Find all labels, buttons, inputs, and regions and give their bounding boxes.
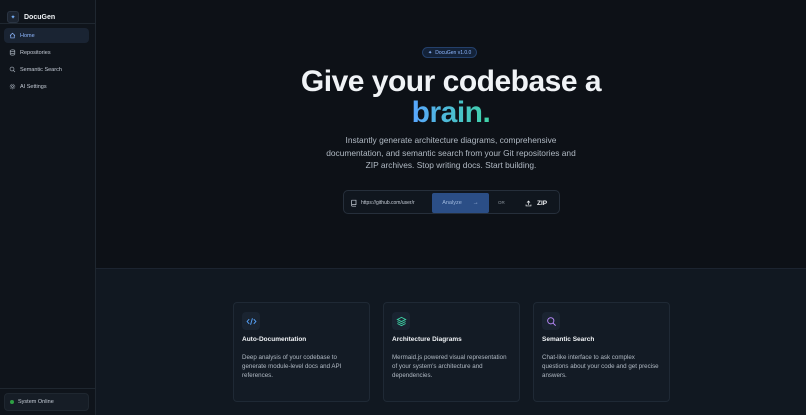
hero-title-main: Give your codebase a (300, 65, 602, 98)
feature-title: Auto-Documentation (242, 336, 307, 343)
sidebar-item-ai-settings[interactable]: AI Settings (4, 79, 89, 94)
sidebar-item-semantic-search[interactable]: Semantic Search (4, 62, 89, 77)
upload-icon (525, 200, 532, 206)
feature-card-auto-documentation: Auto-Documentation Deep analysis of your… (233, 302, 370, 402)
features-section: Auto-Documentation Deep analysis of your… (96, 268, 806, 415)
feature-description: Deep analysis of your codebase to genera… (242, 354, 342, 379)
zip-upload-button[interactable]: ZIP (525, 197, 547, 209)
search-icon (542, 312, 560, 330)
search-icon (8, 66, 16, 74)
system-status: System Online (4, 393, 89, 411)
sparkle-icon: ✦ (428, 49, 433, 56)
home-icon (8, 32, 16, 40)
app-name: DocuGen (24, 13, 56, 21)
online-dot-icon (10, 400, 14, 404)
version-label: DocuGen v1.0.0 (435, 49, 472, 56)
hero-subtitle: Instantly generate architecture diagrams… (326, 135, 576, 170)
code-icon (242, 312, 260, 330)
sidebar-item-repositories[interactable]: Repositories (4, 45, 89, 60)
hero-title-accent: brain. (411, 96, 491, 129)
divider (0, 388, 95, 389)
brain-logo-icon: ✦ (7, 11, 19, 23)
feature-description: Chat-like interface to ask complex quest… (542, 354, 659, 379)
gear-icon (8, 83, 16, 91)
sidebar: ✦ DocuGen Home Repositories Semantic Sea… (0, 0, 96, 415)
hero-title: Give your codebase a brain. (96, 66, 806, 128)
analyze-button[interactable]: Analyze → (432, 193, 489, 213)
hero-section: ✦ DocuGen v1.0.0 Give your codebase a br… (96, 0, 806, 268)
arrow-right-icon: → (472, 200, 479, 206)
zip-label: ZIP (537, 199, 548, 207)
repo-url-field[interactable] (350, 194, 432, 211)
feature-description: Mermaid.js powered visual representation… (392, 354, 507, 379)
main-content: ✦ DocuGen v1.0.0 Give your codebase a br… (96, 0, 806, 415)
layers-icon (392, 312, 410, 330)
sidebar-item-label: Home (20, 32, 35, 39)
or-separator: OR (498, 200, 505, 205)
brand[interactable]: ✦ DocuGen (7, 6, 95, 28)
repo-url-input[interactable] (361, 199, 427, 206)
sidebar-item-label: Semantic Search (20, 66, 62, 73)
database-icon (8, 49, 16, 57)
feature-card-semantic-search: Semantic Search Chat-like interface to a… (533, 302, 670, 402)
divider (0, 23, 95, 24)
status-label: System Online (18, 399, 54, 405)
feature-card-architecture-diagrams: Architecture Diagrams Mermaid.js powered… (383, 302, 520, 402)
sidebar-item-home[interactable]: Home (4, 28, 89, 43)
repo-icon (350, 199, 358, 207)
sidebar-nav: Home Repositories Semantic Search AI Set… (4, 28, 89, 96)
version-badge: ✦ DocuGen v1.0.0 (422, 47, 478, 58)
feature-title: Semantic Search (542, 336, 595, 343)
sidebar-item-label: Repositories (20, 49, 51, 56)
analyze-label: Analyze (442, 200, 462, 206)
feature-title: Architecture Diagrams (392, 336, 462, 343)
analyze-form: Analyze → OR ZIP (343, 190, 560, 214)
sidebar-item-label: AI Settings (20, 83, 47, 90)
